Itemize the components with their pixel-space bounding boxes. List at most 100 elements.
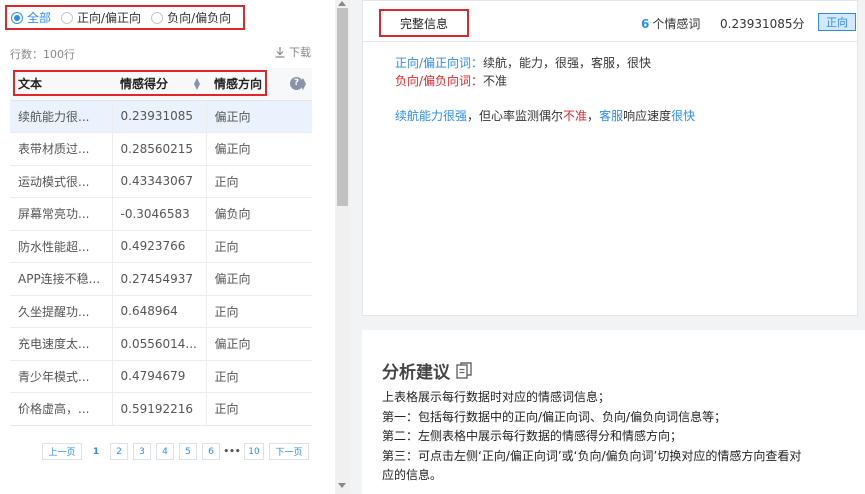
direction-badge: 正向	[818, 13, 856, 31]
sort-icon[interactable]: ▲ ▼	[194, 77, 200, 91]
negative-words: 不准	[483, 74, 508, 88]
sentiment-table: 文本 情感得分 ▲ ▼ 情感方向 ? ▲ ▼ 续航能力很... 0.23931085 偏…	[10, 68, 312, 426]
filter-label-all: 全部	[27, 11, 52, 25]
table-row[interactable]: 表带材质过... 0.28560215 偏正向	[10, 132, 312, 166]
table-row[interactable]: 价格虚高，... 0.59192216 正向	[10, 392, 312, 425]
analysis-line: 应的信息。	[382, 468, 443, 482]
full-info-body: 正向/偏正向词：续航，能力，很强，客服，很快 负向/偏负向词：不准 续航能力很强…	[363, 41, 857, 315]
cell-score: 0.28560215	[112, 132, 207, 166]
cell-text: 表带材质过...	[10, 132, 113, 166]
filter-option-negative[interactable]: 负向/偏负向	[151, 9, 231, 26]
cell-text: APP连接不稳...	[10, 262, 113, 296]
page-2-button[interactable]: 2	[110, 443, 128, 460]
page-6-button[interactable]: 6	[202, 443, 220, 460]
positive-words: 续航，能力，很强，客服，很快	[483, 56, 652, 70]
table-row[interactable]: APP连接不稳... 0.27454937 偏正向	[10, 262, 312, 296]
filter-option-positive[interactable]: 正向/偏正向	[61, 9, 141, 26]
scroll-up-arrow-icon[interactable]	[338, 1, 346, 6]
cell-direction: 偏正向	[206, 132, 312, 166]
analysis-body: 上表格展示每行数据时对应的情感词信息； 第一：包括每行数据中的正向/偏正向词、负…	[382, 388, 862, 486]
column-direction-label: 情感方向	[214, 77, 263, 92]
page-ellipsis[interactable]: •••	[223, 443, 241, 460]
sort-icon[interactable]: ▲ ▼	[300, 77, 306, 91]
cell-score: -0.3046583	[112, 197, 207, 231]
full-info-title: 完整信息	[379, 9, 469, 37]
cell-score: 0.4794679	[112, 360, 207, 393]
sentence-text: ，	[587, 109, 600, 123]
column-text-label: 文本	[18, 77, 43, 92]
count-number: 6	[641, 17, 650, 31]
table-row[interactable]: 青少年模式... 0.4794679 正向	[10, 360, 312, 393]
cell-direction: 偏正向	[206, 327, 312, 361]
cell-text: 防水性能超...	[10, 230, 113, 263]
cell-text: 屏幕常亮功...	[10, 197, 113, 231]
row-count: 行数：100行	[10, 48, 75, 61]
table-row[interactable]: 续航能力很... 0.23931085 偏正向	[10, 100, 312, 133]
negative-word: 不准	[563, 109, 588, 123]
radio-negative[interactable]	[151, 11, 164, 24]
analysis-title: 分析建议	[382, 358, 472, 383]
cell-text: 运动模式很...	[10, 165, 113, 198]
prev-page-button[interactable]: 上一页	[42, 443, 82, 460]
page-10-button[interactable]: 10	[244, 443, 264, 460]
next-page-button[interactable]: 下一页	[269, 443, 309, 460]
filter-label-negative: 负向/偏负向	[167, 11, 232, 25]
cell-text: 青少年模式...	[10, 360, 113, 393]
analysis-line: 第二：左侧表格中展示每行数据的情感得分和情感方向；	[382, 429, 683, 443]
highlighted-sentence: 续航能力很强，但心率监测偶尔不准，客服响应速度很快	[395, 107, 857, 125]
scroll-thumb[interactable]	[337, 8, 348, 206]
column-score-label: 情感得分	[120, 77, 169, 92]
table-row[interactable]: 防水性能超... 0.4923766 正向	[10, 230, 312, 263]
radio-all[interactable]	[11, 11, 23, 24]
positive-words-label[interactable]: 正向/偏正向词：	[395, 56, 483, 70]
vertical-scrollbar[interactable]	[335, 0, 350, 494]
negative-words-label[interactable]: 负向/偏负向词：	[395, 74, 483, 88]
left-panel: 全部 正向/偏正向 负向/偏负向 行数：100行 下载 文本 情感得分 ▲ ▼ …	[0, 0, 335, 494]
cell-score: 0.43343067	[112, 165, 207, 198]
radio-positive[interactable]	[61, 11, 74, 24]
page-5-button[interactable]: 5	[179, 443, 197, 460]
cell-text: 价格虚高，...	[10, 392, 113, 425]
cell-direction: 偏正向	[206, 262, 312, 296]
cell-text: 续航能力很...	[10, 100, 113, 133]
table-row[interactable]: 运动模式很... 0.43343067 正向	[10, 165, 312, 198]
analysis-line: 上表格展示每行数据时对应的情感词信息；	[382, 390, 611, 404]
column-header-score[interactable]: 情感得分 ▲ ▼	[112, 68, 206, 101]
page-1-button[interactable]: 1	[87, 443, 105, 460]
cell-score: 0.59192216	[112, 392, 207, 425]
column-header-text[interactable]: 文本	[10, 68, 112, 101]
count-label: 个情感词	[652, 17, 701, 31]
cell-direction: 偏正向	[206, 100, 312, 133]
download-button[interactable]: 下载	[275, 44, 311, 60]
scroll-down-arrow-icon[interactable]	[338, 483, 346, 488]
copy-icon[interactable]	[456, 362, 472, 379]
table-row[interactable]: 久坐提醒功... 0.648964 正向	[10, 295, 312, 328]
filter-option-all[interactable]: 全部	[11, 9, 51, 26]
cell-direction: 偏负向	[206, 197, 312, 231]
positive-word: 续航能力很强	[395, 109, 468, 123]
cell-text: 充电速度太...	[10, 327, 113, 361]
cell-score: 0.4923766	[112, 230, 207, 263]
sentence-text: 响应速度	[623, 109, 672, 123]
cell-score: 0.648964	[112, 295, 207, 328]
table-row[interactable]: 屏幕常亮功... -0.3046583 偏负向	[10, 197, 312, 231]
emotion-score: 0.23931085分	[720, 17, 805, 31]
download-label: 下载	[289, 46, 311, 59]
cell-score: 0.27454937	[112, 262, 207, 296]
column-header-direction[interactable]: 情感方向 ? ▲ ▼	[206, 68, 312, 101]
cell-direction: 正向	[206, 230, 312, 263]
analysis-title-text: 分析建议	[382, 363, 450, 383]
download-icon	[275, 46, 285, 58]
table-row[interactable]: 充电速度太... 0.0556014... 偏正向	[10, 327, 312, 361]
cell-text: 久坐提醒功...	[10, 295, 113, 328]
analysis-line: 第三：可点击左侧‘正向/偏正向词’或‘负向/偏负向词’切换对应的情感方向查看对	[382, 448, 802, 463]
page-3-button[interactable]: 3	[133, 443, 151, 460]
cell-score: 0.23931085	[112, 100, 207, 133]
pagination: 上一页 1 2 3 4 5 6 ••• 10 下一页	[42, 443, 314, 460]
cell-direction: 正向	[206, 295, 312, 328]
cell-direction: 正向	[206, 165, 312, 198]
page-4-button[interactable]: 4	[156, 443, 174, 460]
positive-word: 客服	[599, 109, 624, 123]
positive-words-line: 正向/偏正向词：续航，能力，很强，客服，很快	[395, 54, 857, 72]
full-info-card: 完整信息 6 个情感词 0.23931085分 正向 正向/偏正向词：续航，能力，…	[362, 0, 858, 316]
